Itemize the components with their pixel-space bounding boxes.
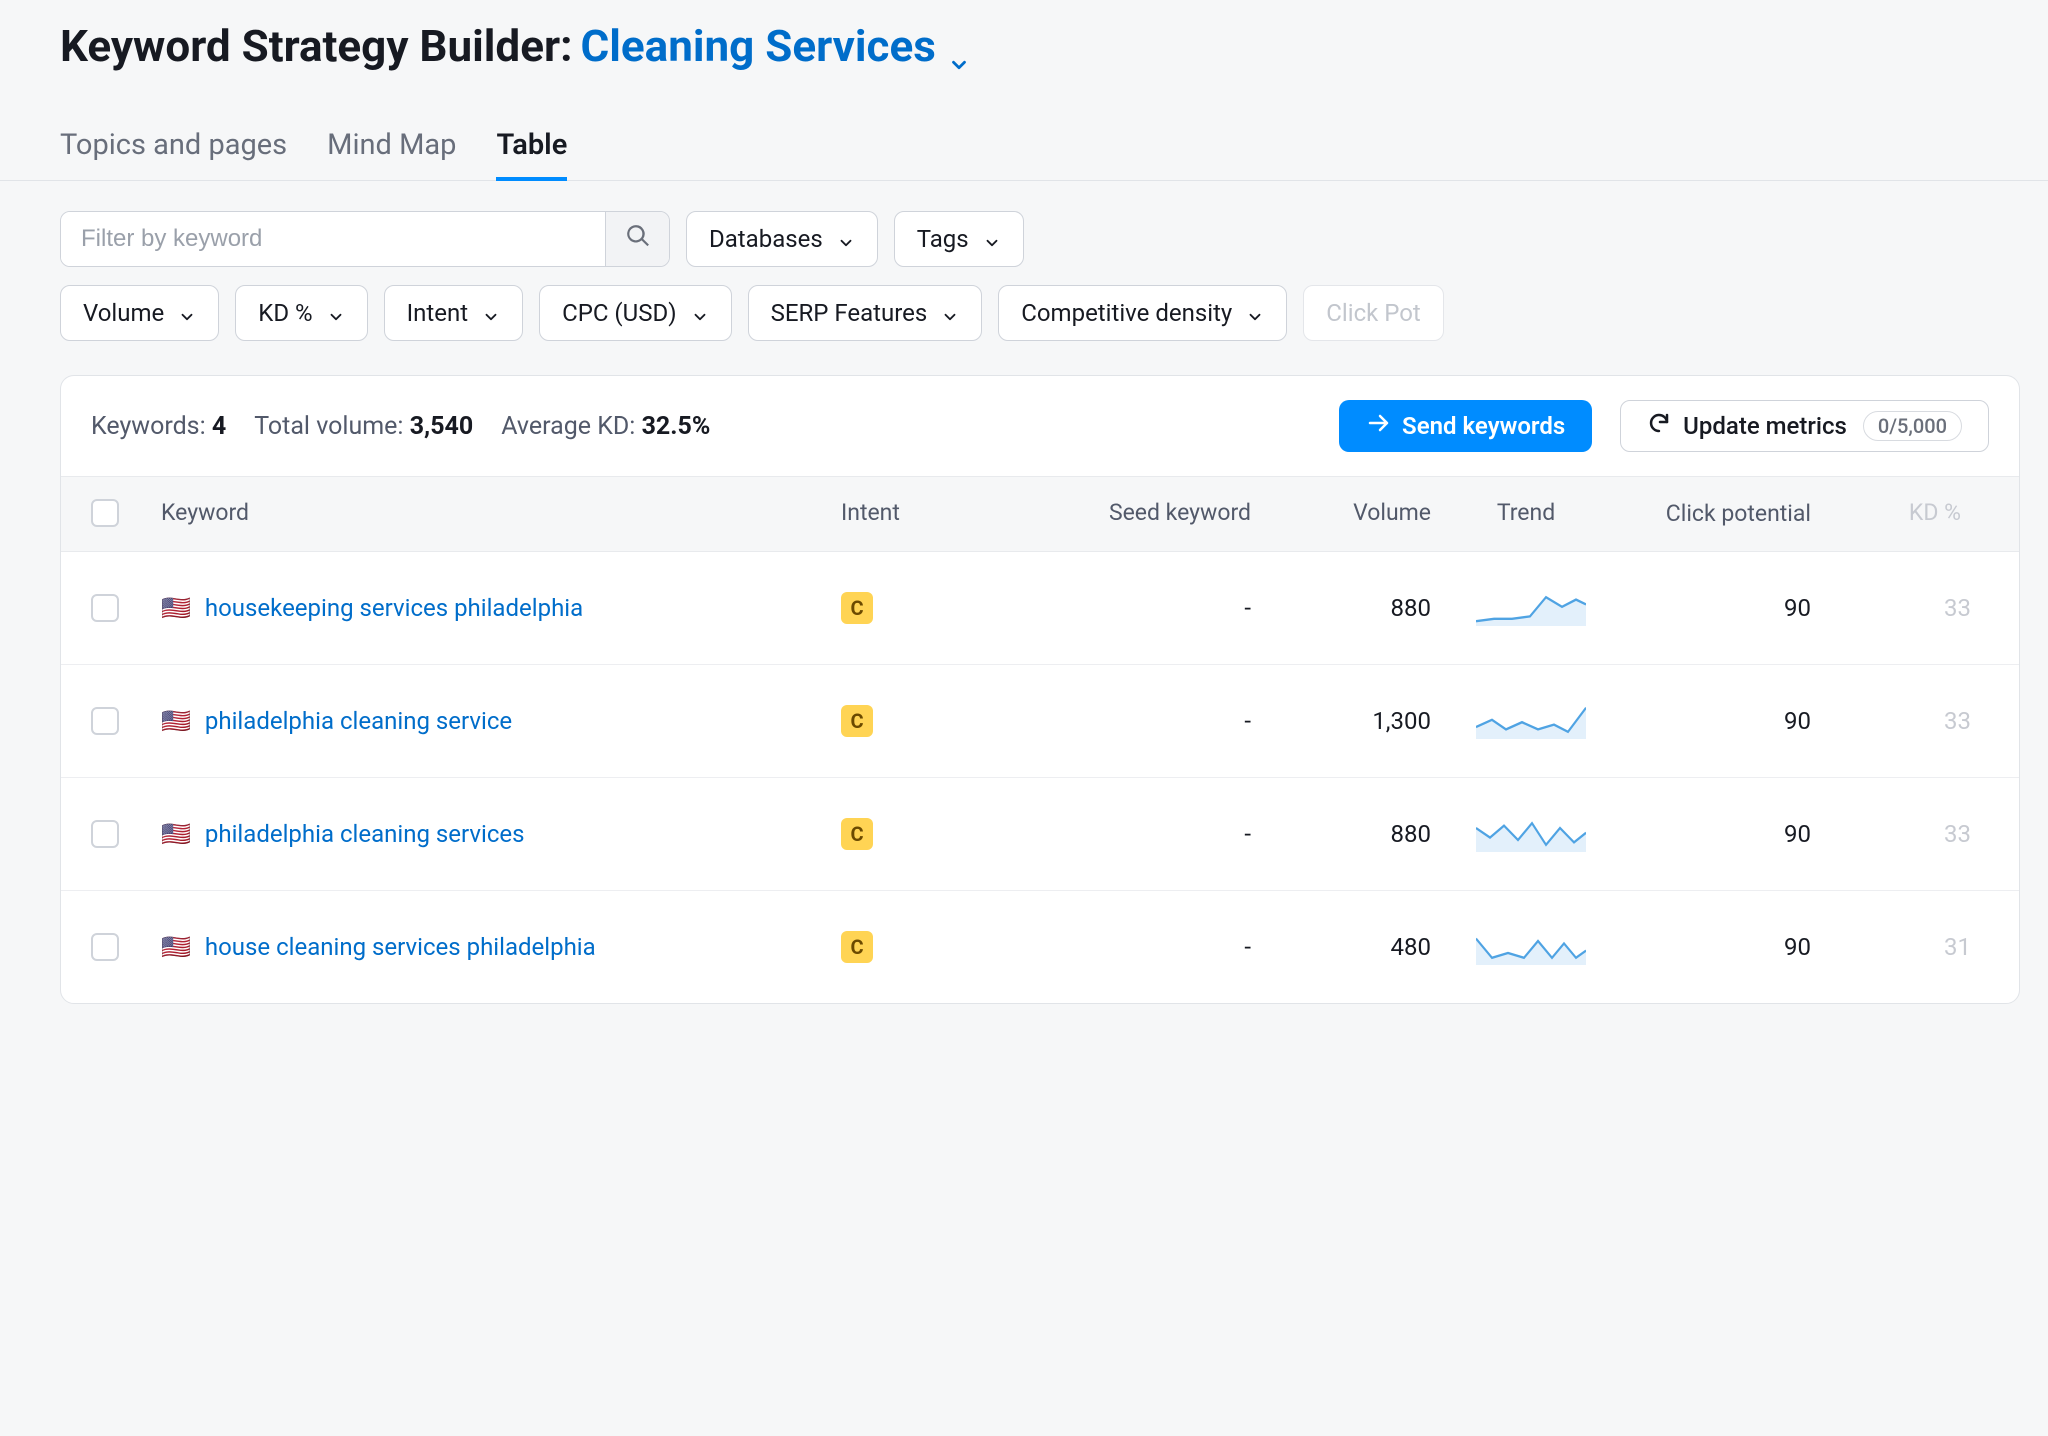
tab-table[interactable]: Table [496,120,567,180]
row-checkbox[interactable] [91,594,119,622]
row-checkbox[interactable] [91,820,119,848]
select-all-checkbox[interactable] [91,499,119,527]
intent-badge: C [841,931,873,963]
chevron-down-icon [837,230,855,248]
filter-volume[interactable]: Volume [60,285,219,341]
filter-competitive-density[interactable]: Competitive density [998,285,1287,341]
seed-value: - [1011,820,1261,848]
flag-icon: 🇺🇸 [161,822,191,846]
col-volume[interactable]: Volume [1261,499,1441,526]
filter-databases[interactable]: Databases [686,211,878,267]
avg-kd-label: Average KD: [501,412,635,441]
kd-value: 33 [1821,594,1971,622]
intent-badge: C [841,592,873,624]
filter-keyword-input[interactable] [61,212,605,266]
project-name: Cleaning Services [580,20,935,72]
volume-value: 880 [1261,594,1441,622]
filter-serp-features[interactable]: SERP Features [748,285,983,341]
keyword-link[interactable]: housekeeping services philadelphia [205,594,583,622]
chevron-down-icon [941,304,959,322]
seed-value: - [1011,594,1261,622]
flag-icon: 🇺🇸 [161,709,191,733]
volume-value: 880 [1261,820,1441,848]
results-card: Keywords: 4 Total volume: 3,540 Average … [60,375,2020,1004]
filter-kd-[interactable]: KD % [235,285,367,341]
total-volume-label: Total volume: [254,412,403,441]
filter-intent[interactable]: Intent [384,285,523,341]
update-count-badge: 0/5,000 [1863,411,1962,441]
tab-topics-and-pages[interactable]: Topics and pages [60,120,287,180]
send-icon [1366,411,1390,441]
flag-icon: 🇺🇸 [161,935,191,959]
chevron-down-icon [1246,304,1264,322]
row-checkbox[interactable] [91,933,119,961]
col-kd[interactable]: KD % [1821,499,1971,526]
col-keyword[interactable]: Keyword [161,499,841,526]
filter-bar: Databases Tags Volume KD % Intent CPC (USD) S… [60,211,2048,341]
seed-value: - [1011,933,1261,961]
keywords-count-value: 4 [212,412,226,441]
keyword-link[interactable]: house cleaning services philadelphia [205,933,596,961]
trend-sparkline [1476,816,1586,852]
keywords-count-label: Keywords: [91,412,206,441]
volume-value: 480 [1261,933,1441,961]
project-selector[interactable]: Cleaning Services [580,20,969,72]
table-row: 🇺🇸 housekeeping services philadelphia C -88… [61,552,2019,665]
tabs: Topics and pages Mind Map Table [0,120,2048,181]
table-header: Keyword Intent Seed keyword Volume Trend… [61,477,2019,552]
tab-mind-map[interactable]: Mind Map [327,120,456,180]
avg-kd-value: 32.5% [642,412,711,441]
col-intent[interactable]: Intent [841,499,1011,526]
intent-badge: C [841,705,873,737]
trend-sparkline [1476,703,1586,739]
click-potential-value: 90 [1621,707,1821,735]
search-icon [625,223,651,255]
page-header: Keyword Strategy Builder: Cleaning Servi… [60,20,2048,72]
kd-value: 33 [1821,820,1971,848]
col-seed[interactable]: Seed keyword [1011,499,1261,526]
click-potential-value: 90 [1621,820,1821,848]
search-button[interactable] [605,212,669,266]
intent-badge: C [841,818,873,850]
col-click[interactable]: Click potential [1621,499,1821,529]
chevron-down-icon [983,230,1001,248]
search-wrap [60,211,670,267]
click-potential-value: 90 [1621,594,1821,622]
flag-icon: 🇺🇸 [161,596,191,620]
trend-sparkline [1476,590,1586,626]
keyword-link[interactable]: philadelphia cleaning service [205,707,512,735]
click-potential-value: 90 [1621,933,1821,961]
filter-tags[interactable]: Tags [894,211,1024,267]
total-volume-value: 3,540 [410,412,474,441]
volume-value: 1,300 [1261,707,1441,735]
col-trend[interactable]: Trend [1441,499,1621,526]
chevron-down-icon [327,304,345,322]
update-metrics-button[interactable]: Update metrics 0/5,000 [1620,400,1989,452]
filter-cpc-usd-[interactable]: CPC (USD) [539,285,731,341]
page-title: Keyword Strategy Builder: [60,20,572,72]
trend-sparkline [1476,929,1586,965]
row-checkbox[interactable] [91,707,119,735]
table-row: 🇺🇸 philadelphia cleaning service C -1,300 90… [61,665,2019,778]
refresh-icon [1647,411,1671,441]
keyword-link[interactable]: philadelphia cleaning services [205,820,525,848]
chevron-down-icon [178,304,196,322]
send-keywords-button[interactable]: Send keywords [1339,400,1592,452]
kd-value: 33 [1821,707,1971,735]
kd-value: 31 [1821,933,1971,961]
table-row: 🇺🇸 house cleaning services philadelphia C -… [61,891,2019,1003]
seed-value: - [1011,707,1261,735]
chevron-down-icon [948,35,970,57]
table-row: 🇺🇸 philadelphia cleaning services C -880 903… [61,778,2019,891]
chevron-down-icon [691,304,709,322]
summary-bar: Keywords: 4 Total volume: 3,540 Average … [61,376,2019,477]
filter-click-potential[interactable]: Click Pot [1303,285,1444,341]
chevron-down-icon [482,304,500,322]
